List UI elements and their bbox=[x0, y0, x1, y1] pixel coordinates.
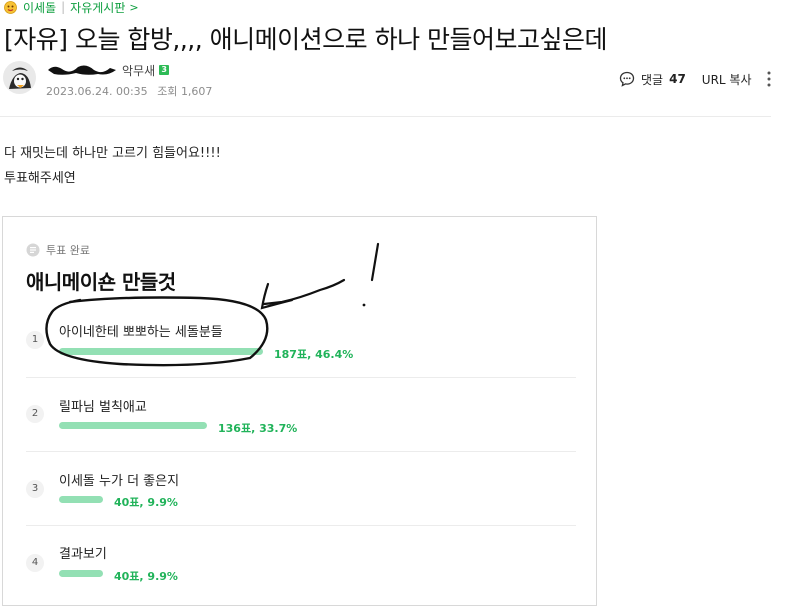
vote-status: 투표 완료 bbox=[26, 243, 90, 257]
avatar-image-icon bbox=[3, 61, 36, 94]
breadcrumb-separator: | bbox=[61, 0, 66, 14]
avatar[interactable] bbox=[3, 61, 36, 94]
post-body-line: 투표해주세연 bbox=[4, 171, 76, 186]
comments-button[interactable]: 댓글 bbox=[641, 71, 663, 88]
chevron-right-icon[interactable]: > bbox=[129, 1, 138, 14]
post-actions: 댓글 47 URL 복사 bbox=[619, 70, 752, 88]
comments-count: 47 bbox=[669, 72, 686, 86]
vote-title: 애니메이숀 만들것 bbox=[26, 270, 176, 294]
views-count: 1,607 bbox=[180, 85, 213, 98]
vote-option-label[interactable]: 릴파님 벌칙애교 bbox=[59, 396, 147, 415]
post-date: 2023.06.24. 00:35 bbox=[46, 85, 148, 98]
header-divider bbox=[0, 116, 771, 117]
author-row: 악무새 3 bbox=[46, 62, 170, 79]
author-nickname[interactable]: 악무새 bbox=[122, 62, 155, 79]
vote-result-bar bbox=[59, 348, 263, 355]
vote-result-stat: 40표, 9.9% bbox=[114, 496, 178, 509]
vote-status-label: 투표 완료 bbox=[46, 244, 90, 257]
vote-result-bar bbox=[59, 570, 103, 577]
option-number: 2 bbox=[26, 405, 44, 423]
board-name-link[interactable]: 자유게시판 bbox=[70, 0, 125, 16]
vote-result-stat: 40표, 9.9% bbox=[114, 570, 178, 583]
redaction-mark bbox=[48, 65, 116, 75]
option-number: 3 bbox=[26, 480, 44, 498]
post-body-line: 다 재밋는데 하나만 고르기 힘들어요!!!! bbox=[4, 146, 221, 161]
option-divider bbox=[26, 451, 576, 452]
speech-bubble-icon[interactable] bbox=[619, 71, 635, 87]
vertical-dots-icon[interactable] bbox=[764, 70, 774, 88]
cafe-name-link[interactable]: 이세돌 bbox=[23, 0, 56, 16]
cafe-emoji-icon bbox=[4, 0, 17, 14]
url-copy-button[interactable]: URL 복사 bbox=[702, 71, 752, 88]
vote-result-bar bbox=[59, 496, 103, 503]
option-divider bbox=[26, 525, 576, 526]
views-label: 조회 bbox=[157, 85, 178, 98]
post-title: [자유] 오늘 합방,,,, 애니메이션으로 하나 만들어보고싶은데 bbox=[4, 25, 608, 54]
list-document-icon bbox=[26, 243, 40, 257]
vote-option-label[interactable]: 이세돌 누가 더 좋은지 bbox=[59, 470, 179, 489]
breadcrumb: 이세돌 | 자유게시판 > bbox=[4, 0, 139, 16]
option-number: 4 bbox=[26, 554, 44, 572]
vote-option-label[interactable]: 결과보기 bbox=[59, 543, 107, 562]
vote-option-label[interactable]: 아이네한테 뽀뽀하는 세돌분들 bbox=[59, 321, 223, 340]
vote-result-bar bbox=[59, 422, 207, 429]
option-number: 1 bbox=[26, 331, 44, 349]
option-divider bbox=[26, 377, 576, 378]
post-meta: 2023.06.24. 00:35 조회 1,607 bbox=[46, 83, 212, 99]
vote-result-stat: 136표, 33.7% bbox=[218, 422, 298, 435]
level-badge: 3 bbox=[159, 65, 170, 75]
vote-result-stat: 187표, 46.4% bbox=[274, 348, 354, 361]
